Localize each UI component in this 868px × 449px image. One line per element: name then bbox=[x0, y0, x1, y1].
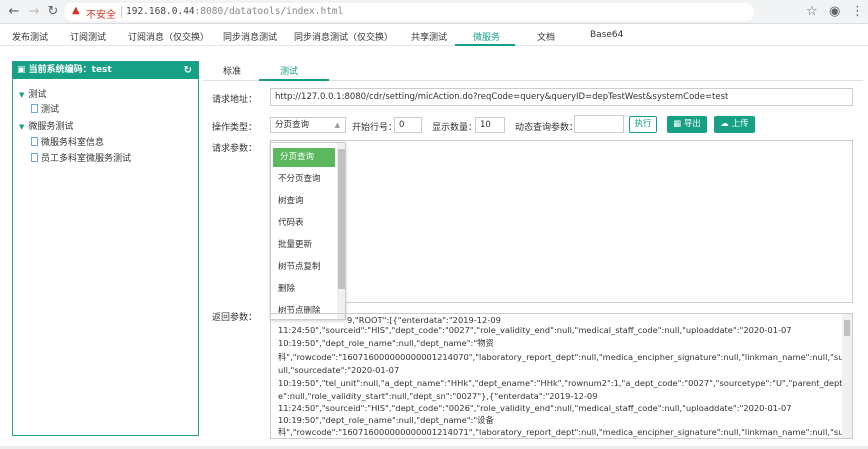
monitor-icon: ▣ bbox=[17, 65, 29, 75]
result-line: 10:19:50","dept_role_name":null,"dept_na… bbox=[278, 415, 494, 425]
op-type-value: 分页查询 bbox=[275, 120, 310, 130]
result-textarea[interactable]: 9,"ROOT":[{"enterdata":"2019-12-09 11:24… bbox=[270, 313, 853, 439]
forward-icon[interactable]: → bbox=[26, 4, 42, 20]
count-input[interactable]: 10 bbox=[475, 117, 505, 133]
tree-file-test[interactable]: 测试 bbox=[31, 102, 59, 115]
nav-active-indicator bbox=[455, 44, 515, 46]
option-tree-query[interactable]: 树查询 bbox=[271, 192, 337, 211]
insecure-label: 不安全 bbox=[86, 10, 116, 21]
result-line: 11:24:50","sourceid":"HIS","dept_code":"… bbox=[278, 403, 792, 413]
file-icon bbox=[31, 153, 38, 162]
start-row-input[interactable]: 0 bbox=[394, 117, 422, 133]
nav-item-base64[interactable]: Base64 bbox=[590, 30, 623, 40]
option-tree-copy[interactable]: 树节点复制 bbox=[271, 258, 337, 277]
warning-icon: ▲ bbox=[72, 5, 80, 16]
dynamic-params-label: 动态查询参数： bbox=[515, 123, 579, 133]
start-row-label: 开始行号： bbox=[352, 123, 398, 133]
export-label: 导出 bbox=[683, 119, 701, 129]
tab-standard[interactable]: 标准 bbox=[223, 64, 241, 77]
tab-active-indicator bbox=[259, 79, 329, 81]
export-button[interactable]: ▦ 导出 bbox=[667, 116, 707, 133]
refresh-icon[interactable]: ↻ bbox=[184, 62, 192, 79]
result-line: 11:24:50","sourceid":"HIS","dept_code":"… bbox=[278, 325, 792, 335]
op-type-label: 操作类型： bbox=[212, 123, 258, 133]
back-icon[interactable]: ← bbox=[6, 4, 22, 20]
export-icon: ▦ bbox=[673, 119, 684, 129]
nav-item-publish[interactable]: 发布测试 bbox=[12, 30, 48, 43]
divider bbox=[121, 6, 122, 18]
nav-item-sync[interactable]: 同步消息测试 bbox=[223, 30, 277, 43]
tab-test[interactable]: 测试 bbox=[280, 64, 298, 77]
option-delete[interactable]: 删除 bbox=[271, 280, 337, 299]
execute-button[interactable]: 执行 bbox=[629, 116, 657, 133]
content-tabs: 标准 测试 bbox=[203, 60, 863, 81]
tree-folder-test[interactable]: ▼ 测试 bbox=[19, 87, 46, 100]
file-icon bbox=[31, 137, 38, 146]
chevron-down-icon: ▲ bbox=[334, 121, 340, 129]
url-text: 192.168.0.44:8080/datatools/index.html bbox=[126, 6, 343, 17]
nav-item-sync-exchange[interactable]: 同步消息测试（仅交换） bbox=[294, 30, 393, 43]
op-type-dropdown: 分页查询 不分页查询 树查询 代码表 批量更新 树节点复制 删除 树节点删除 bbox=[270, 142, 346, 320]
cloud-upload-icon: ☁ bbox=[720, 119, 732, 129]
tree-folder-microservice[interactable]: ▼ 微服务测试 bbox=[19, 119, 73, 132]
top-nav: 发布测试 订阅测试 订阅消息（仅交换） 同步消息测试 同步消息测试（仅交换） 共… bbox=[0, 25, 868, 46]
result-line: 科","rowcode":"160716000000000001214071",… bbox=[278, 427, 852, 437]
request-params-textarea[interactable] bbox=[270, 140, 853, 303]
tree-file-dept-info[interactable]: 微服务科室信息 bbox=[31, 135, 104, 148]
address-bar[interactable]: ▲ 不安全 192.168.0.44:8080/datatools/index.… bbox=[64, 3, 754, 21]
option-paged-query[interactable]: 分页查询 bbox=[273, 148, 335, 167]
option-batch-update[interactable]: 批量更新 bbox=[271, 236, 337, 255]
file-icon bbox=[31, 104, 38, 113]
nav-item-docs[interactable]: 文档 bbox=[537, 30, 555, 43]
tree-file-staff-dept[interactable]: 员工多科室微服务测试 bbox=[31, 151, 131, 164]
system-code-title: 当前系统编码：test bbox=[28, 65, 112, 75]
tree-label: 微服务科室信息 bbox=[41, 138, 105, 148]
caret-down-icon: ▼ bbox=[19, 91, 25, 99]
nav-item-subscribe[interactable]: 订阅测试 bbox=[70, 30, 106, 43]
option-unpaged-query[interactable]: 不分页查询 bbox=[271, 170, 337, 189]
result-scrollbar[interactable] bbox=[842, 314, 852, 438]
op-type-select[interactable]: 分页查询 ▲ bbox=[270, 117, 346, 133]
tree-label: 测试 bbox=[28, 90, 47, 100]
account-icon[interactable]: ◉ bbox=[829, 4, 840, 20]
request-params-label: 请求参数： bbox=[212, 144, 258, 154]
nav-item-subscribe-msg[interactable]: 订阅消息（仅交换） bbox=[128, 30, 209, 43]
url-label: 请求地址： bbox=[212, 95, 258, 105]
request-url-input[interactable]: http://127.0.0.1:8080/cdr/setting/micAct… bbox=[270, 88, 853, 106]
nav-item-microservice[interactable]: 微服务 bbox=[473, 30, 500, 43]
dynamic-params-input[interactable] bbox=[574, 115, 624, 133]
browser-toolbar: ← → ↻ ▲ 不安全 192.168.0.44:8080/datatools/… bbox=[0, 0, 868, 24]
result-line: ull,"sourcedate":"2020-01-07 bbox=[278, 365, 400, 375]
tree-label: 微服务测试 bbox=[28, 122, 74, 132]
result-label: 返回参数： bbox=[212, 313, 258, 323]
sidebar: ▣ 当前系统编码：test ↻ ▼ 测试 测试 ▼ 微服务测试 微服务科室信息 员工… bbox=[12, 61, 199, 436]
upload-button[interactable]: ☁ 上传 bbox=[714, 116, 755, 133]
option-code-table[interactable]: 代码表 bbox=[271, 214, 337, 233]
scrollbar-thumb[interactable] bbox=[844, 320, 850, 336]
tree-label: 测试 bbox=[41, 105, 60, 115]
result-line: 10:19:50","tel_unit":null,"a_dept_name":… bbox=[278, 378, 852, 388]
dropdown-scrollbar[interactable] bbox=[337, 143, 345, 319]
sidebar-header: ▣ 当前系统编码：test ↻ bbox=[13, 62, 198, 79]
tree-label: 员工多科室微服务测试 bbox=[41, 154, 132, 164]
caret-down-icon: ▼ bbox=[19, 123, 25, 131]
scrollbar-thumb[interactable] bbox=[338, 149, 345, 289]
nav-item-share[interactable]: 共享测试 bbox=[411, 30, 447, 43]
result-line: 10:19:50","dept_role_name":null,"dept_na… bbox=[278, 338, 494, 348]
upload-label: 上传 bbox=[731, 119, 749, 129]
count-label: 显示数量： bbox=[432, 123, 478, 133]
result-line: e":null,"role_validity_start":null,"dept… bbox=[278, 391, 598, 401]
reload-icon[interactable]: ↻ bbox=[45, 4, 61, 20]
star-icon[interactable]: ☆ bbox=[806, 4, 818, 20]
url-host: 192.168.0.44 bbox=[126, 6, 195, 17]
result-line: 科","rowcode":"160716000000000001214070",… bbox=[278, 352, 852, 362]
url-path: :8080/datatools/index.html bbox=[194, 6, 344, 17]
menu-icon[interactable]: ⋮ bbox=[851, 4, 864, 20]
